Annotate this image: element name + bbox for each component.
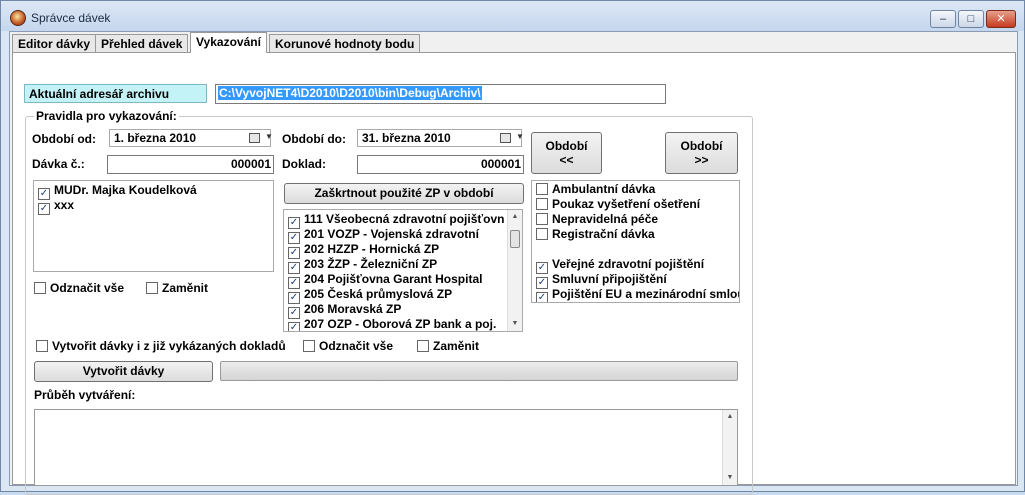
list-item[interactable]: 206 Moravská ZP: [288, 302, 401, 319]
period-to-value: 31. března 2010: [362, 131, 451, 145]
archive-path-input[interactable]: C:\VyvojNET4\D2010\D2010\bin\Debug\Archi…: [215, 84, 666, 104]
insurers-scrollbar[interactable]: ▲ ▼: [507, 210, 522, 331]
list-item[interactable]: 203 ŽZP - Železniční ZP: [288, 257, 437, 274]
period-to-label: Období do:: [282, 132, 346, 146]
maximize-icon: □: [967, 13, 975, 25]
batch-number-input[interactable]: 000001: [107, 155, 274, 174]
list-item[interactable]: Nepravidelná péče: [536, 212, 658, 227]
period-next-arrows: >>: [694, 153, 709, 167]
doctors-swap[interactable]: Zaměnit: [146, 281, 208, 295]
scroll-up-icon[interactable]: ▲: [508, 210, 522, 224]
window-title: Správce dávek: [31, 11, 111, 25]
minimize-button[interactable]: –: [930, 10, 956, 28]
list-item[interactable]: Registrační dávka: [536, 227, 655, 242]
close-icon: ✕: [996, 13, 1006, 25]
reporting-tab-page: Aktuální adresář archivu C:\VyvojNET4\D2…: [12, 52, 1016, 495]
checkbox[interactable]: [536, 198, 548, 210]
list-item[interactable]: 204 Pojišťovna Garant Hospital: [288, 272, 482, 289]
checkbox[interactable]: [146, 282, 158, 294]
tab-overview[interactable]: Přehled dávek: [95, 34, 189, 52]
period-next-button[interactable]: Období >>: [665, 132, 738, 174]
period-prev-arrows: <<: [559, 153, 574, 167]
list-item[interactable]: Smluvní připojištění: [536, 272, 667, 289]
archive-path-text: C:\VyvojNET4\D2010\D2010\bin\Debug\Archi…: [218, 86, 482, 100]
calendar-icon: [249, 133, 260, 143]
doctors-list: MUDr. Majka Koudelková xxx: [33, 180, 274, 272]
tab-editor[interactable]: Editor dávky: [12, 34, 97, 52]
list-item[interactable]: Pojištění EU a mezinárodní smlou: [536, 287, 739, 302]
archive-label: Aktuální adresář archivu: [24, 84, 207, 103]
list-item[interactable]: 207 OZP - Oborová ZP bank a poj.: [288, 317, 496, 331]
checkbox[interactable]: [536, 213, 548, 225]
chevron-down-icon: ▼: [265, 132, 273, 141]
doctors-uncheck-all[interactable]: Odznačit vše: [34, 281, 124, 295]
tab-point-values[interactable]: Korunové hodnoty bodu: [269, 34, 421, 52]
checkbox[interactable]: [536, 292, 548, 302]
list-item[interactable]: 202 HZZP - Hornická ZP: [288, 242, 439, 259]
insurers-list: 111 Všeobecná zdravotní pojišťovn 201 VO…: [283, 209, 523, 332]
client-area: Editor dávky Přehled dávek Vykazování Ko…: [9, 31, 1018, 495]
close-button[interactable]: ✕: [986, 10, 1016, 28]
checkbox[interactable]: [36, 340, 48, 352]
checkbox[interactable]: [303, 340, 315, 352]
period-from-label: Období od:: [32, 132, 96, 146]
checkbox[interactable]: [536, 183, 548, 195]
check-used-insurers-button[interactable]: Zaškrtnout použité ZP v období: [284, 183, 524, 204]
tab-reporting[interactable]: Vykazování: [190, 32, 267, 53]
title-bar[interactable]: Správce dávek – □ ✕: [1, 1, 1024, 31]
scroll-thumb[interactable]: [510, 230, 520, 248]
list-item[interactable]: Ambulantní dávka: [536, 182, 655, 197]
rules-group-title: Pravidla pro vykazování:: [34, 109, 179, 123]
maximize-button[interactable]: □: [958, 10, 984, 28]
app-icon: [10, 10, 26, 26]
document-number-input[interactable]: 000001: [357, 155, 524, 174]
checkbox[interactable]: [38, 203, 50, 215]
create-also-reported[interactable]: Vytvořit dávky i z již vykázaných doklad…: [36, 339, 286, 353]
scroll-down-icon[interactable]: ▼: [508, 317, 522, 331]
main-window: Správce dávek – □ ✕ Editor dávky Přehled…: [0, 0, 1025, 495]
period-next-label: Období: [680, 139, 723, 153]
list-item[interactable]: Veřejné zdravotní pojištění: [536, 257, 704, 274]
batch-types-list: Ambulantní dávka Poukaz vyšetření ošetře…: [531, 180, 740, 303]
period-from-value: 1. března 2010: [114, 131, 197, 145]
document-label: Doklad:: [282, 157, 327, 171]
calendar-icon: [500, 133, 511, 143]
period-prev-label: Období: [545, 139, 588, 153]
checkbox[interactable]: [417, 340, 429, 352]
period-to-picker[interactable]: 31. března 2010 ▼: [357, 129, 524, 147]
progress-bar: [220, 361, 738, 381]
bottom-uncheck-all[interactable]: Odznačit vše: [303, 339, 393, 353]
list-item[interactable]: 205 Česká průmyslová ZP: [288, 287, 452, 304]
list-item[interactable]: Poukaz vyšetření ošetření: [536, 197, 700, 212]
scroll-down-icon[interactable]: ▼: [723, 471, 737, 485]
checkbox[interactable]: [288, 322, 300, 331]
scroll-up-icon[interactable]: ▲: [723, 410, 737, 424]
list-item[interactable]: 201 VOZP - Vojenská zdravotní: [288, 227, 479, 244]
list-item[interactable]: 111 Všeobecná zdravotní pojišťovn: [288, 212, 504, 229]
log-scrollbar[interactable]: ▲ ▼: [722, 410, 737, 485]
chevron-down-icon: ▼: [516, 132, 524, 141]
progress-log[interactable]: ▲ ▼: [34, 409, 738, 486]
minimize-icon: –: [939, 13, 947, 25]
checkbox[interactable]: [536, 228, 548, 240]
checkbox[interactable]: [34, 282, 46, 294]
progress-label: Průběh vytváření:: [34, 388, 136, 402]
bottom-swap[interactable]: Zaměnit: [417, 339, 479, 353]
create-batches-button[interactable]: Vytvořit dávky: [34, 361, 213, 382]
period-prev-button[interactable]: Období <<: [531, 132, 602, 174]
list-item[interactable]: MUDr. Majka Koudelková: [38, 183, 197, 200]
batch-number-label: Dávka č.:: [32, 157, 85, 171]
list-item[interactable]: xxx: [38, 198, 74, 215]
period-from-picker[interactable]: 1. března 2010 ▼: [109, 129, 273, 147]
